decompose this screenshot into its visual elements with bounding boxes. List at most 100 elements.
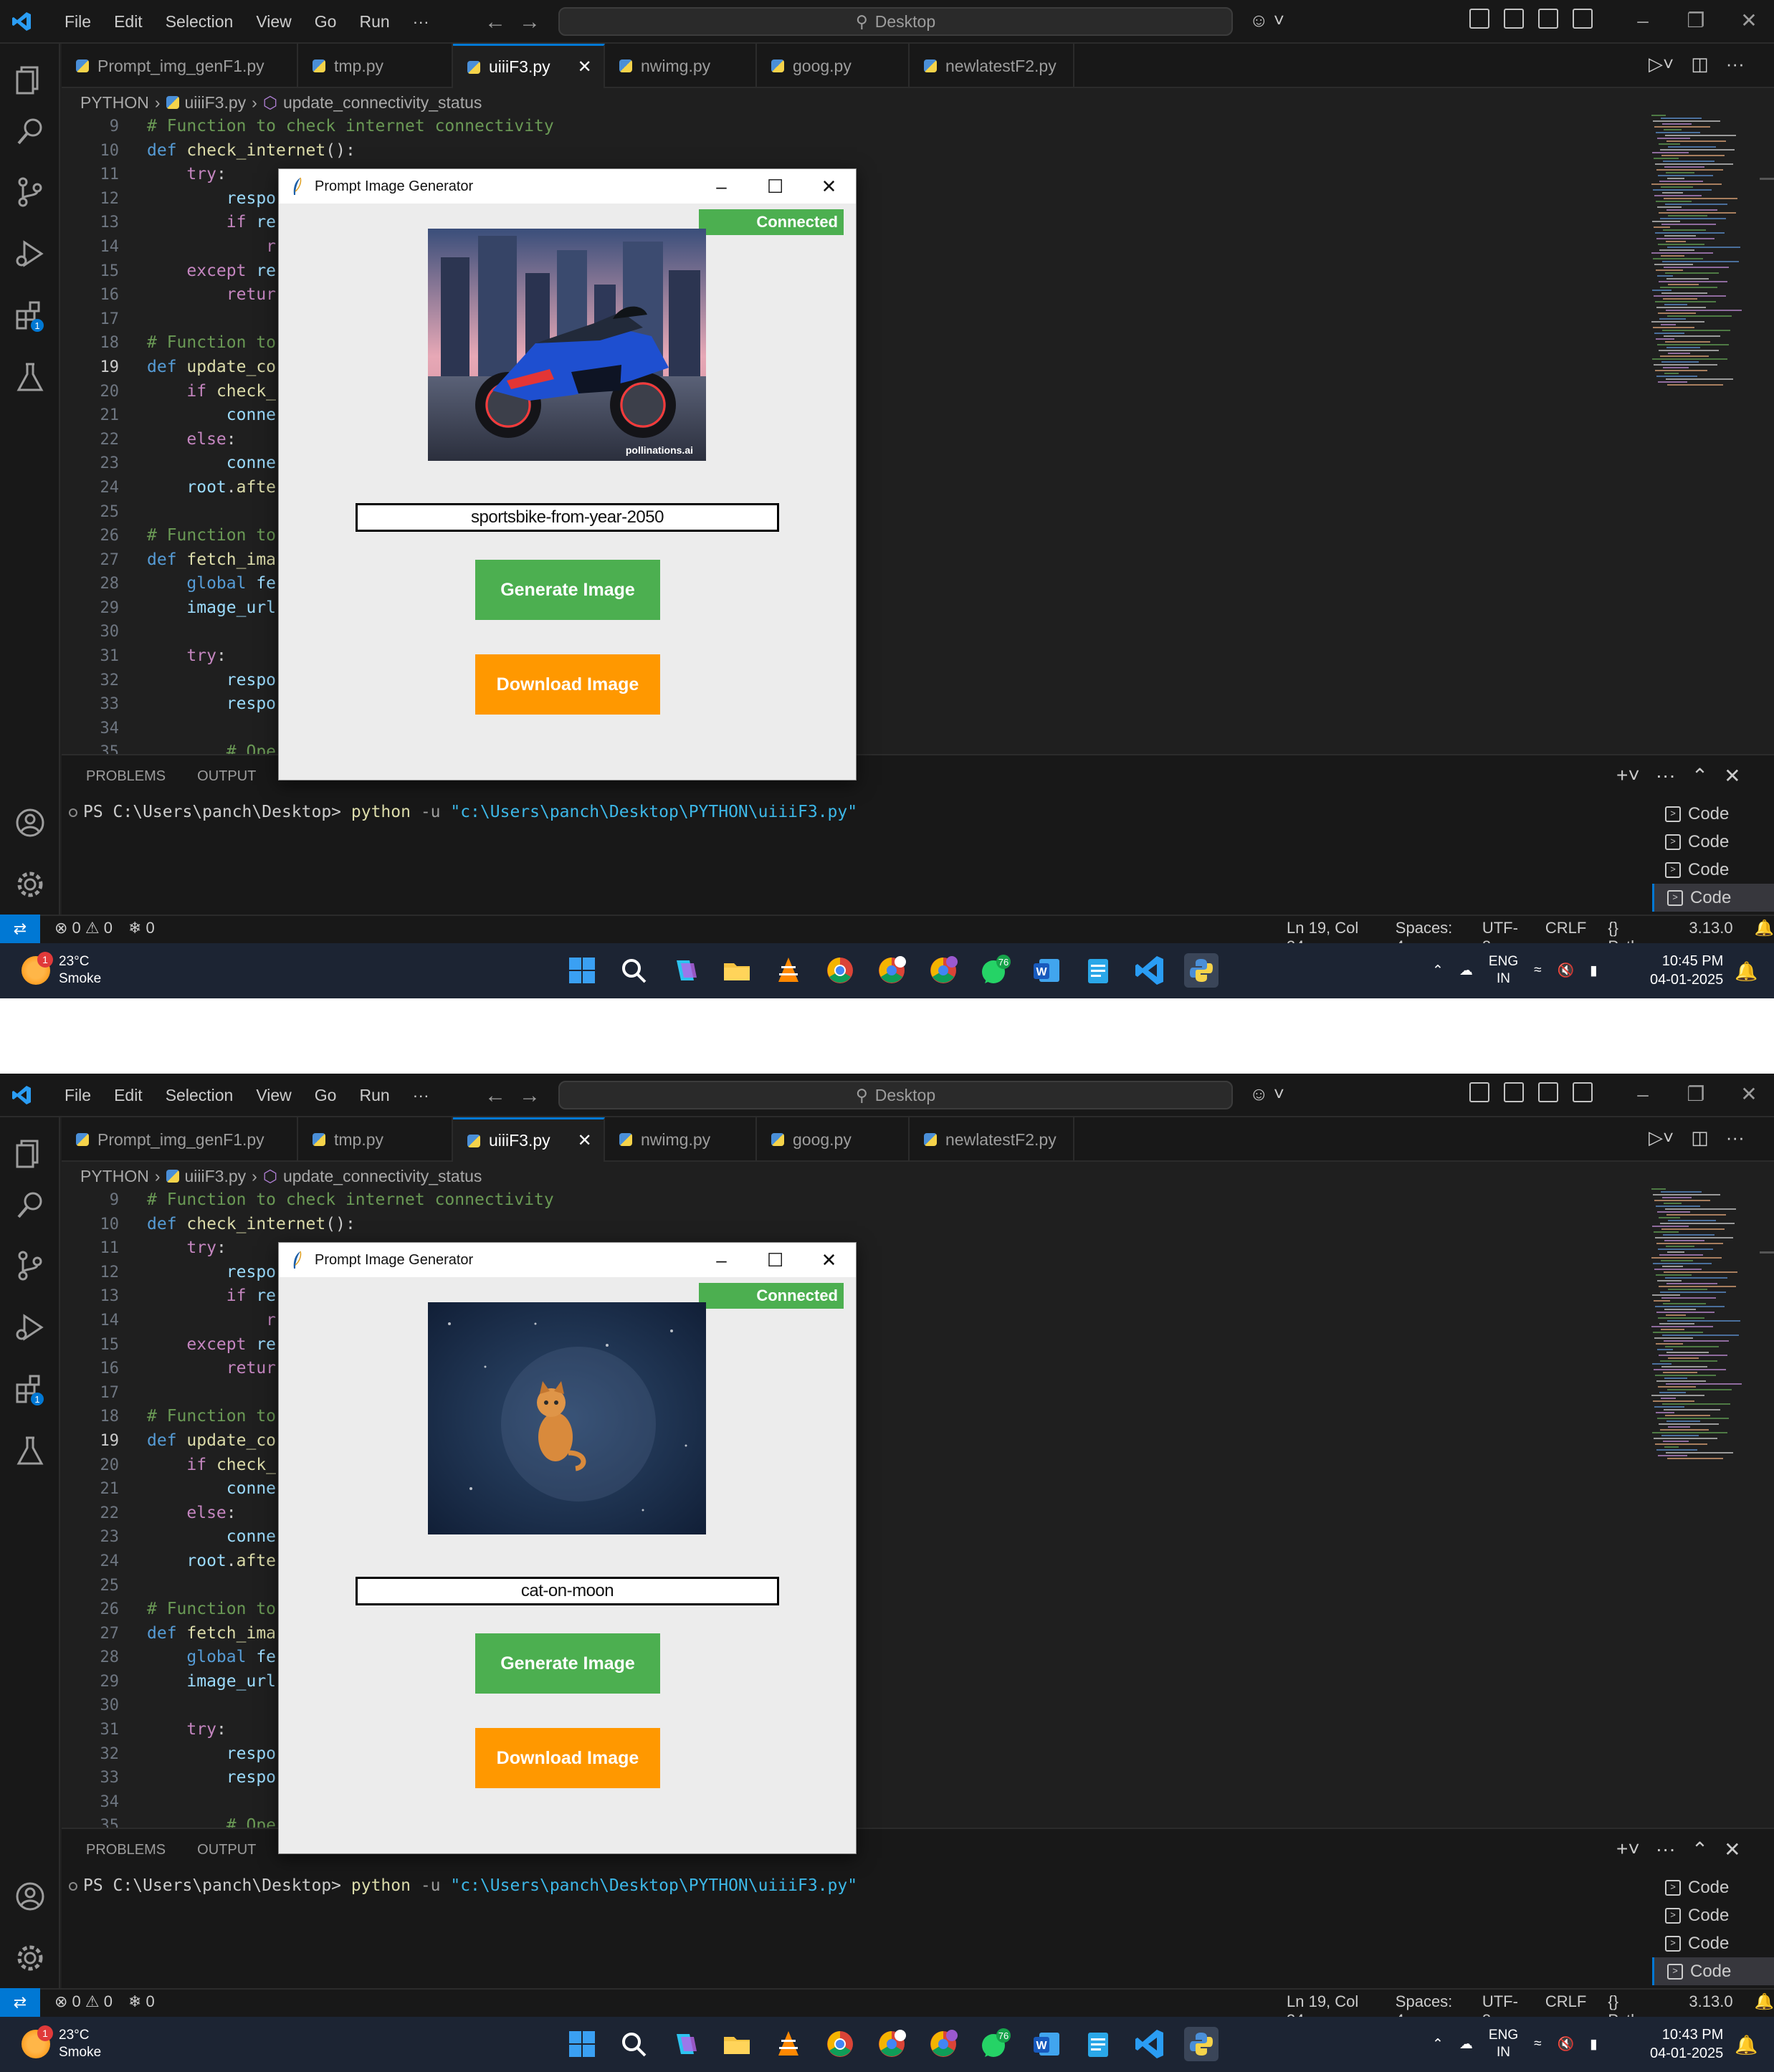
extensions-icon[interactable]: 1: [13, 298, 47, 333]
customize-layout-icon[interactable]: [1469, 9, 1489, 29]
tab-prompt_img_genf1-py[interactable]: Prompt_img_genF1.py: [62, 44, 298, 88]
close-tab-icon[interactable]: ✕: [578, 1130, 592, 1151]
maximize-panel-icon[interactable]: ⌃: [1692, 764, 1708, 788]
menu-item[interactable]: Run: [348, 1074, 401, 1117]
toggle-sidebar-icon[interactable]: [1504, 9, 1524, 29]
tab-prompt_img_genf1-py[interactable]: Prompt_img_genF1.py: [62, 1117, 298, 1162]
python-app-icon[interactable]: [1184, 953, 1219, 988]
minimize-icon[interactable]: –: [1616, 1078, 1669, 1111]
maximize-panel-icon[interactable]: ⌃: [1692, 1838, 1708, 1861]
tab-newlatestf2-py[interactable]: newlatestF2.py: [910, 44, 1074, 88]
terminal-item[interactable]: > Code: [1652, 1873, 1774, 1901]
toggle-sidebar-icon[interactable]: [1504, 1082, 1524, 1102]
onedrive-icon[interactable]: ☁: [1459, 2036, 1473, 2053]
chrome-profile-icon[interactable]: [874, 953, 909, 988]
battery-icon[interactable]: ▮: [1590, 963, 1597, 979]
copilot-app-icon[interactable]: [668, 953, 702, 988]
close-icon[interactable]: ✕: [1722, 1078, 1774, 1111]
menu-item[interactable]: Run: [348, 0, 401, 44]
terminal-output[interactable]: PS C:\Users\panch\Desktop> python -u "c:…: [69, 803, 857, 821]
panel-tab[interactable]: PROBLEMS: [86, 1842, 166, 1858]
more-actions-icon[interactable]: ···: [1656, 1838, 1676, 1861]
volume-muted-icon[interactable]: 🔇: [1558, 2035, 1575, 2053]
menu-item[interactable]: Go: [303, 1074, 348, 1117]
scrollbar-thumb[interactable]: [1760, 1251, 1774, 1254]
generate-image-button[interactable]: Generate Image: [475, 560, 660, 620]
clock[interactable]: 10:43 PM 04-01-2025: [1650, 2025, 1723, 2063]
scrollbar-thumb[interactable]: [1760, 178, 1774, 180]
menu-item[interactable]: Edit: [102, 0, 154, 44]
tab-nwimg-py[interactable]: nwimg.py: [605, 1117, 757, 1162]
breadcrumb-symbol[interactable]: update_connectivity_status: [283, 93, 482, 113]
minimap[interactable]: [1649, 115, 1763, 401]
tab-uiiif3-py[interactable]: uiiiF3.py ✕: [453, 44, 605, 88]
source-control-icon[interactable]: [13, 1249, 47, 1283]
command-center-search[interactable]: ⚲ Desktop: [558, 1081, 1233, 1109]
remote-indicator-icon[interactable]: ⇄: [0, 915, 40, 943]
breadcrumb-file[interactable]: uiiiF3.py: [185, 1167, 247, 1186]
ports-status[interactable]: ❄ 0: [128, 919, 155, 937]
search-icon[interactable]: [616, 2027, 651, 2061]
restore-icon[interactable]: ❐: [1669, 4, 1722, 37]
menu-item[interactable]: View: [244, 1074, 302, 1117]
vscode-app-icon[interactable]: [1132, 2027, 1167, 2061]
whatsapp-icon[interactable]: 76: [978, 953, 1012, 988]
menu-item[interactable]: Edit: [102, 1074, 154, 1117]
accounts-icon[interactable]: [13, 1879, 47, 1914]
vscode-app-icon[interactable]: [1132, 953, 1167, 988]
more-actions-icon[interactable]: ···: [1726, 1127, 1745, 1149]
generate-image-button[interactable]: Generate Image: [475, 1633, 660, 1694]
prompt-input[interactable]: cat-on-moon: [356, 1577, 779, 1605]
chrome-profile-icon[interactable]: [926, 953, 960, 988]
testing-icon[interactable]: [13, 360, 47, 394]
volume-muted-icon[interactable]: 🔇: [1558, 962, 1575, 979]
close-panel-icon[interactable]: ✕: [1724, 1838, 1740, 1861]
menu-item[interactable]: ···: [401, 1074, 441, 1117]
terminal-item[interactable]: > Code: [1652, 884, 1774, 912]
close-icon[interactable]: ✕: [802, 169, 856, 204]
panel-tab[interactable]: PROBLEMS: [86, 768, 166, 785]
split-editor-icon[interactable]: ◫: [1691, 1127, 1709, 1149]
notification-bell-icon[interactable]: 🔔: [1735, 2034, 1758, 2056]
chrome-profile-icon[interactable]: [874, 2027, 909, 2061]
start-icon[interactable]: [565, 2027, 599, 2061]
close-tab-icon[interactable]: ✕: [578, 57, 592, 77]
notification-bell-icon[interactable]: 🔔: [1735, 960, 1758, 983]
new-terminal-icon[interactable]: +˅: [1616, 764, 1640, 788]
tab-goog-py[interactable]: goog.py: [757, 44, 910, 88]
copilot-app-icon[interactable]: [668, 2027, 702, 2061]
maximize-icon[interactable]: ☐: [748, 169, 802, 204]
menu-item[interactable]: Selection: [154, 0, 245, 44]
copilot-icon[interactable]: ☺ ˅: [1249, 1083, 1284, 1105]
clock[interactable]: 10:45 PM 04-01-2025: [1650, 952, 1723, 989]
run-file-icon[interactable]: ▷˅: [1649, 1127, 1674, 1149]
chrome-icon[interactable]: [823, 2027, 857, 2061]
tab-tmp-py[interactable]: tmp.py: [298, 44, 453, 88]
vlc-icon[interactable]: [771, 2027, 806, 2061]
explorer-icon[interactable]: [13, 1137, 47, 1171]
chrome-icon[interactable]: [823, 953, 857, 988]
problems-status[interactable]: ⊗ 0 ⚠ 0: [54, 1992, 113, 2011]
file-explorer-icon[interactable]: [720, 953, 754, 988]
language-indicator[interactable]: ENG IN: [1489, 953, 1518, 988]
python-app-icon[interactable]: [1184, 2027, 1219, 2061]
more-actions-icon[interactable]: ···: [1726, 53, 1745, 75]
settings-gear-icon[interactable]: [13, 1941, 47, 1975]
extensions-icon[interactable]: 1: [13, 1372, 47, 1406]
menu-item[interactable]: Go: [303, 0, 348, 44]
customize-layout-icon[interactable]: [1469, 1082, 1489, 1102]
breadcrumb-folder[interactable]: PYTHON: [80, 1167, 149, 1186]
terminal-item[interactable]: > Code: [1652, 1901, 1774, 1929]
toggle-secondary-sidebar-icon[interactable]: [1573, 9, 1593, 29]
problems-status[interactable]: ⊗ 0 ⚠ 0: [54, 919, 113, 937]
run-debug-icon[interactable]: [13, 1310, 47, 1345]
vlc-icon[interactable]: [771, 953, 806, 988]
terminal-item[interactable]: > Code: [1652, 1929, 1774, 1957]
toggle-panel-icon[interactable]: [1538, 1082, 1558, 1102]
word-icon[interactable]: W: [1029, 2027, 1064, 2061]
wifi-icon[interactable]: ≈: [1534, 963, 1541, 978]
terminal-item[interactable]: > Code: [1652, 828, 1774, 856]
menu-item[interactable]: View: [244, 0, 302, 44]
tab-goog-py[interactable]: goog.py: [757, 1117, 910, 1162]
toggle-panel-icon[interactable]: [1538, 9, 1558, 29]
